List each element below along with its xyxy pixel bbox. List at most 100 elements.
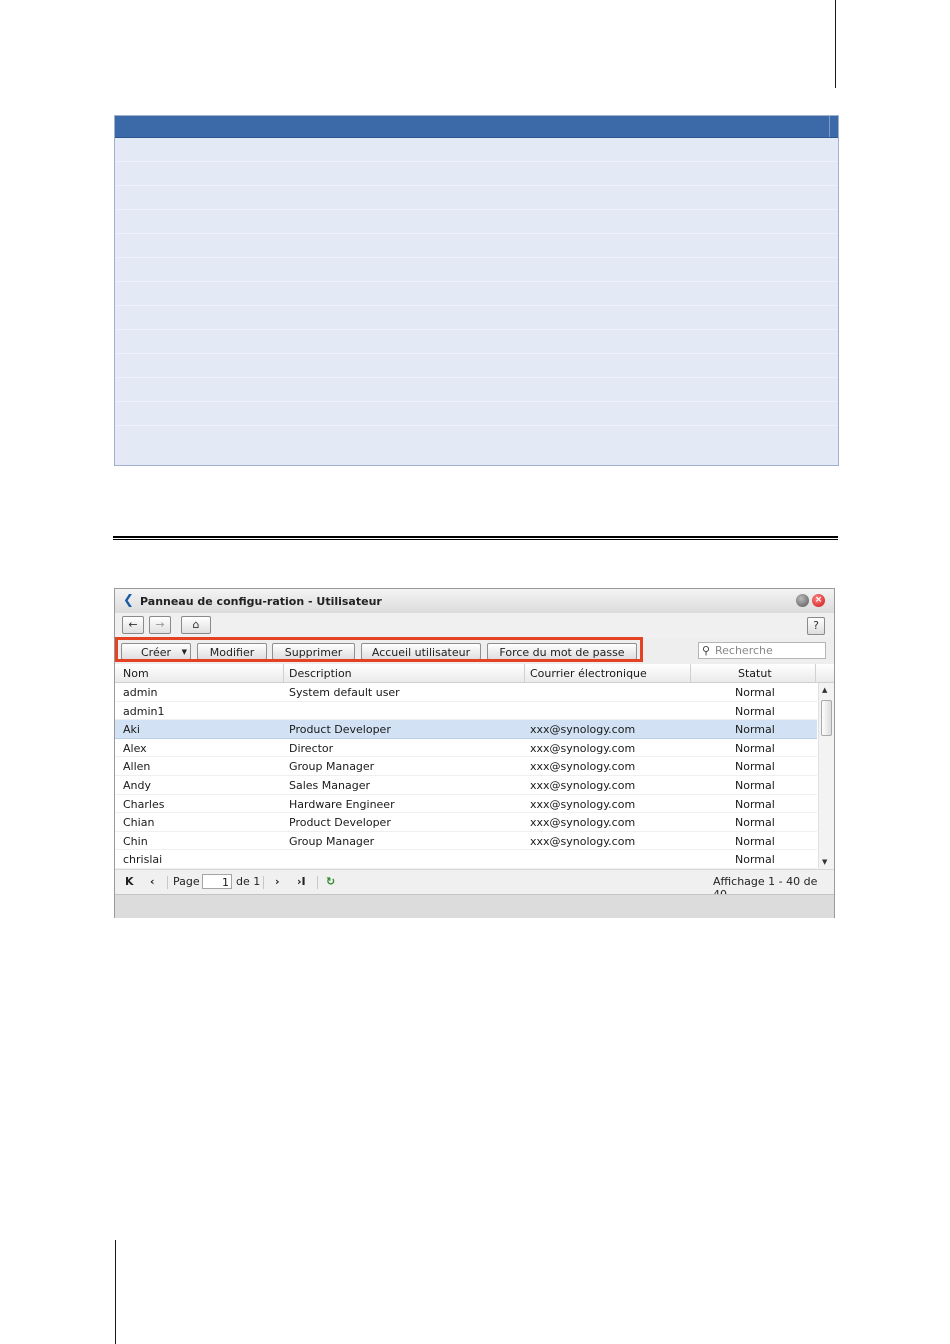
- cell-status: Normal: [735, 760, 775, 774]
- blank-table-row: [115, 233, 838, 234]
- cell-description: Product Developer: [289, 723, 391, 737]
- previous-page-icon[interactable]: ‹: [150, 875, 155, 888]
- column-header-status[interactable]: Statut: [738, 667, 772, 680]
- cell-name: admin1: [123, 704, 165, 718]
- column-header-description[interactable]: Description: [289, 667, 352, 680]
- arrow-right-icon: →: [155, 618, 165, 631]
- cell-name: Alex: [123, 741, 147, 755]
- pagination-bar: K ‹ Page 1 de 1 › ›I ↻ Affichage 1 - 40 …: [115, 869, 834, 901]
- cell-status: Normal: [735, 741, 775, 755]
- minimize-icon[interactable]: [796, 594, 809, 607]
- cell-description: Group Manager: [289, 760, 375, 774]
- cell-status: Normal: [735, 723, 775, 737]
- next-page-icon[interactable]: ›: [275, 875, 280, 888]
- table-row[interactable]: Charles Hardware Engineer xxx@synology.c…: [115, 795, 817, 814]
- column-separator: [690, 664, 691, 682]
- page-margin-rule-left: [115, 1240, 116, 1344]
- page-label: Page: [173, 875, 200, 888]
- blank-table-row: [115, 425, 838, 426]
- toolbar-highlight-frame: [115, 637, 643, 662]
- refresh-icon[interactable]: ↻: [326, 875, 335, 888]
- cell-email: xxx@synology.com: [530, 834, 636, 848]
- page-number-input[interactable]: 1: [202, 874, 232, 889]
- table-row[interactable]: Allen Group Manager xxx@synology.com Nor…: [115, 757, 817, 776]
- back-button[interactable]: ←: [122, 616, 144, 634]
- cell-description: Group Manager: [289, 834, 375, 848]
- cell-name: Andy: [123, 778, 151, 792]
- blank-table-row: [115, 305, 838, 306]
- close-icon[interactable]: ×: [812, 594, 825, 607]
- blank-table-row: [115, 353, 838, 354]
- blank-table-row: [115, 257, 838, 258]
- home-button[interactable]: ⌂: [181, 616, 211, 634]
- table-row[interactable]: admin System default user Normal: [115, 683, 817, 702]
- blank-table-row: [115, 161, 838, 162]
- cell-name: Chin: [123, 834, 148, 848]
- blank-table-header: [115, 116, 838, 138]
- cell-email: xxx@synology.com: [530, 778, 636, 792]
- blank-table-row: [115, 185, 838, 186]
- search-placeholder: Recherche: [715, 644, 773, 657]
- first-page-icon[interactable]: K: [125, 875, 134, 888]
- cell-description: Director: [289, 741, 334, 755]
- scrollbar-thumb[interactable]: [821, 700, 832, 736]
- table-row[interactable]: admin1 Normal: [115, 702, 817, 721]
- cell-description: Hardware Engineer: [289, 797, 395, 811]
- section-divider: [113, 536, 838, 540]
- table-row-selected[interactable]: Aki Product Developer xxx@synology.com N…: [115, 720, 817, 739]
- pager-separator: [167, 876, 168, 889]
- grid-header: Nom Description Courrier électronique St…: [115, 664, 834, 683]
- cell-status: Normal: [735, 834, 775, 848]
- cell-name: Aki: [123, 723, 140, 737]
- table-row[interactable]: Chian Product Developer xxx@synology.com…: [115, 813, 817, 832]
- scroll-down-icon[interactable]: ▼: [822, 858, 827, 866]
- window-titlebar[interactable]: ❮ Panneau de configu-ration - Utilisateu…: [115, 589, 834, 613]
- scroll-up-icon[interactable]: ▲: [822, 686, 827, 694]
- pager-separator: [317, 876, 318, 889]
- cell-name: chrislai: [123, 853, 163, 867]
- table-row[interactable]: Andy Sales Manager xxx@synology.com Norm…: [115, 776, 817, 795]
- pager-separator: [263, 876, 264, 889]
- cell-description: System default user: [289, 686, 400, 699]
- column-header-email[interactable]: Courrier électronique: [530, 667, 647, 680]
- cell-name: Chian: [123, 816, 155, 830]
- grid-rows: admin System default user Normal admin1 …: [115, 683, 817, 869]
- column-separator: [815, 664, 816, 682]
- page-margin-rule-right: [835, 0, 836, 88]
- cell-description: Sales Manager: [289, 778, 370, 792]
- search-input[interactable]: ⚲ Recherche: [698, 642, 826, 659]
- vertical-scrollbar[interactable]: ▲ ▼: [818, 683, 834, 869]
- user-grid: Nom Description Courrier électronique St…: [115, 664, 834, 869]
- cell-status: Normal: [735, 797, 775, 811]
- column-separator: [283, 664, 284, 682]
- column-separator: [524, 664, 525, 682]
- column-header-name[interactable]: Nom: [123, 667, 149, 680]
- cell-status: Normal: [735, 816, 775, 830]
- blank-table-row: [115, 377, 838, 378]
- cell-status: Normal: [735, 704, 775, 718]
- table-row[interactable]: chrislai Normal: [115, 850, 817, 869]
- window-statusbar: [115, 894, 834, 918]
- cell-email: xxx@synology.com: [530, 816, 636, 830]
- blank-table-row: [115, 329, 838, 330]
- table-row[interactable]: Chin Group Manager xxx@synology.com Norm…: [115, 832, 817, 851]
- synology-logo-icon: ❮: [123, 593, 134, 608]
- table-row[interactable]: Alex Director xxx@synology.com Normal: [115, 739, 817, 758]
- control-panel-window: ❮ Panneau de configu-ration - Utilisateu…: [114, 588, 835, 918]
- cell-status: Normal: [735, 853, 775, 867]
- cell-email: xxx@synology.com: [530, 741, 636, 755]
- cell-email: xxx@synology.com: [530, 797, 636, 811]
- page-count-label: de 1: [236, 875, 261, 888]
- blank-table-row: [115, 209, 838, 210]
- window-title: Panneau de configu-ration - Utilisateur: [140, 595, 382, 608]
- last-page-icon[interactable]: ›I: [297, 875, 306, 888]
- cell-status: Normal: [735, 686, 775, 699]
- cell-status: Normal: [735, 778, 775, 792]
- forward-button[interactable]: →: [149, 616, 171, 634]
- home-icon: ⌂: [192, 618, 200, 631]
- help-button[interactable]: ?: [807, 617, 825, 635]
- blank-table-row: [115, 401, 838, 402]
- arrow-left-icon: ←: [128, 618, 138, 631]
- cell-email: xxx@synology.com: [530, 760, 636, 774]
- blank-table-block: [114, 115, 839, 466]
